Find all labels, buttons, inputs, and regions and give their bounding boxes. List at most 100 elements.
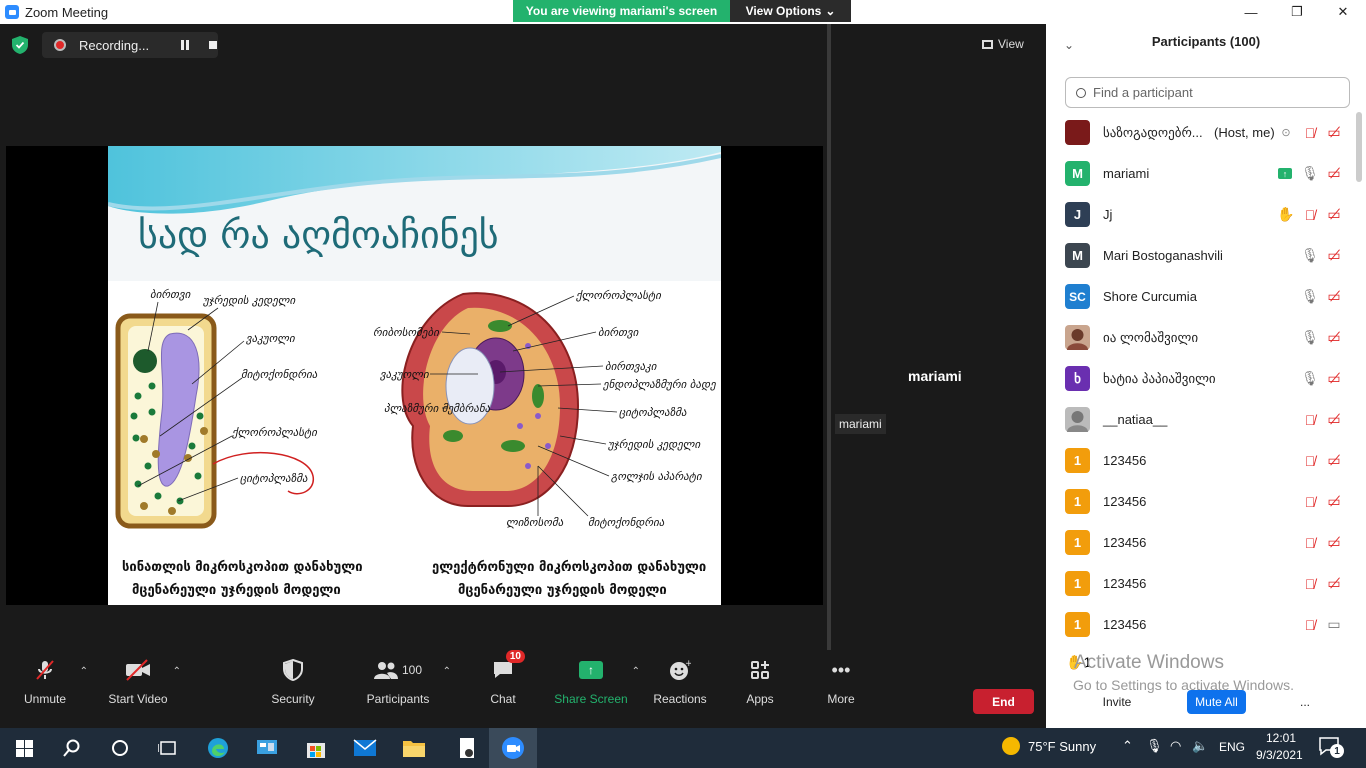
mic-muted-icon[interactable]: 🎙̸	[1302, 535, 1318, 551]
camera-off-icon[interactable]: ▭̸	[1326, 411, 1342, 428]
wifi-icon[interactable]: ◠	[1170, 738, 1181, 754]
end-meeting-button[interactable]: End	[973, 689, 1034, 714]
task-view-icon[interactable]	[144, 728, 192, 768]
maximize-button[interactable]: ❐	[1274, 0, 1320, 24]
participant-row[interactable]: 1 123456 🎙̸ ▭̸	[1046, 440, 1356, 481]
participants-chevron-icon[interactable]: ⌃	[443, 666, 451, 677]
apps-button[interactable]: Apps	[715, 656, 805, 720]
zoom-taskbar-icon[interactable]	[489, 728, 537, 768]
mic-on-icon[interactable]: 🎙	[1301, 370, 1319, 387]
split-divider[interactable]	[827, 24, 831, 674]
view-options-button[interactable]: View Options ⌄	[730, 0, 851, 22]
share-screen-button[interactable]: ↑ ⌃ Share Screen	[546, 656, 640, 720]
clock-time[interactable]: 12:01	[1266, 731, 1296, 745]
close-button[interactable]: ✕	[1320, 0, 1366, 24]
mic-on-icon[interactable]: 🎙	[1301, 288, 1319, 305]
camera-off-icon[interactable]: ▭̸	[1326, 370, 1342, 387]
participant-list-scrollbar[interactable]	[1356, 112, 1362, 182]
start-video-label: Start Video	[108, 692, 168, 706]
mic-muted-icon[interactable]: 🎙̸	[1302, 412, 1318, 428]
participant-search-input[interactable]: Find a participant	[1065, 77, 1350, 108]
mic-muted-icon[interactable]: 🎙̸	[1302, 453, 1318, 469]
search-icon[interactable]	[48, 728, 96, 768]
mic-muted-icon[interactable]: 🎙̸	[1302, 207, 1318, 223]
mic-muted-icon[interactable]: 🎙̸	[1302, 125, 1318, 141]
view-button[interactable]: View	[982, 32, 1037, 56]
file-explorer-icon[interactable]	[390, 728, 438, 768]
slide-canvas: სად რა აღმოაჩინეს ბირთვი უჯრედის კედელი …	[108, 146, 721, 605]
participant-name: 123456	[1103, 576, 1147, 591]
participant-row[interactable]: M Mari Bostoganashvili 🎙 ▭̸	[1046, 235, 1356, 276]
camera-off-icon[interactable]: ▭̸	[1326, 288, 1342, 305]
mic-muted-icon[interactable]: 🎙̸	[1302, 617, 1318, 633]
camera-off-icon[interactable]: ▭̸	[1326, 534, 1342, 551]
camera-off-icon[interactable]: ▭̸	[1326, 165, 1342, 182]
participant-name: 123456	[1103, 617, 1147, 632]
participant-row[interactable]: J Jj ✋ 🎙̸ ▭̸	[1046, 194, 1356, 235]
start-video-button[interactable]: ⌃ Start Video	[93, 656, 183, 720]
volume-icon[interactable]: 🔈	[1192, 738, 1208, 754]
mic-on-icon[interactable]: 🎙	[1301, 329, 1319, 346]
document-app-icon[interactable]	[443, 728, 491, 768]
camera-off-icon[interactable]: ▭̸	[1326, 575, 1342, 592]
mic-on-icon[interactable]: 🎙	[1301, 247, 1319, 264]
participant-name: საზოგადოებრ...	[1103, 124, 1203, 140]
participant-row[interactable]: 1 123456 🎙̸ ▭̸	[1046, 522, 1356, 563]
minimize-button[interactable]: —	[1228, 0, 1274, 24]
camera-off-icon[interactable]: ▭̸	[1326, 452, 1342, 469]
reactions-button[interactable]: + Reactions	[635, 656, 725, 720]
camera-off-icon[interactable]: ▭̸	[1326, 206, 1342, 223]
microphone-tray-icon[interactable]: 🎙	[1146, 738, 1163, 754]
participant-row[interactable]: 1 123456 🎙̸ ▭	[1046, 604, 1356, 645]
pause-recording-icon[interactable]	[181, 40, 191, 50]
invite-button[interactable]: Invite	[1091, 690, 1143, 714]
apps-label: Apps	[746, 692, 774, 706]
participant-row[interactable]: __natiaa__ 🎙̸ ▭̸	[1046, 399, 1356, 440]
camera-off-icon[interactable]: ▭̸	[1326, 329, 1342, 346]
label-cellwall-right: უჯრედის კედელი	[607, 438, 702, 451]
participant-row[interactable]: M mariami ↑ 🎙 ▭̸	[1046, 153, 1356, 194]
tray-chevron-icon[interactable]: ⌃	[1122, 738, 1133, 754]
more-button[interactable]: ••• More	[796, 656, 886, 720]
participant-row[interactable]: ია ლომაშვილი 🎙 ▭̸	[1046, 317, 1356, 358]
chat-button[interactable]: 10 Chat	[458, 650, 548, 720]
weather-widget[interactable]: 75°F Sunny	[1002, 737, 1096, 755]
unmute-button[interactable]: ⌃ Unmute	[0, 656, 90, 720]
edge-browser-icon[interactable]	[194, 728, 242, 768]
stop-recording-icon[interactable]	[209, 41, 218, 49]
svg-text:+: +	[685, 659, 691, 669]
mail-icon[interactable]	[341, 728, 389, 768]
left-caption-line1: სინათლის მიკროსკოპით დანახული	[122, 560, 363, 575]
participant-row[interactable]: SC Shore Curcumia 🎙 ▭̸	[1046, 276, 1356, 317]
control-panel-icon[interactable]	[243, 728, 291, 768]
security-shield-icon[interactable]	[12, 36, 28, 54]
camera-icon[interactable]: ▭	[1326, 616, 1342, 633]
zoom-window: Zoom Meeting — ❐ ✕ You are viewing maria…	[0, 0, 1366, 768]
participant-row[interactable]: ხ ხატია პაპიაშვილი 🎙 ▭̸	[1046, 358, 1356, 399]
language-indicator[interactable]: ENG	[1219, 740, 1245, 754]
mic-muted-icon[interactable]: 🎙̸	[1302, 576, 1318, 592]
notification-center-button[interactable]: 1	[1318, 736, 1348, 760]
apps-icon	[746, 656, 774, 684]
window-controls: — ❐ ✕	[1228, 0, 1366, 24]
cortana-icon[interactable]	[96, 728, 144, 768]
participant-row[interactable]: 1 123456 🎙̸ ▭̸	[1046, 481, 1356, 522]
camera-off-icon[interactable]: ▭̸	[1326, 247, 1342, 264]
windows-start-icon[interactable]	[0, 728, 48, 768]
mic-muted-icon[interactable]: 🎙̸	[1302, 494, 1318, 510]
camera-off-icon[interactable]: ▭̸	[1326, 493, 1342, 510]
microsoft-store-icon[interactable]	[292, 728, 340, 768]
mute-all-button[interactable]: Mute All	[1187, 690, 1246, 714]
participant-row[interactable]: საზოგადოებრ... (Host, me) ⊙ 🎙̸ ▭̸	[1046, 112, 1356, 153]
camera-off-icon[interactable]: ▭̸	[1326, 124, 1342, 141]
participants-button[interactable]: 100 ⌃ Participants	[353, 656, 451, 720]
security-button[interactable]: Security	[248, 656, 338, 720]
avatar: M	[1065, 161, 1090, 186]
label-er-right: ენდოპლაზმური ბადე	[602, 378, 717, 391]
audio-options-chevron-icon[interactable]: ⌃	[80, 666, 88, 677]
clock-date[interactable]: 9/3/2021	[1256, 748, 1303, 762]
video-options-chevron-icon[interactable]: ⌃	[173, 666, 181, 677]
mic-on-icon[interactable]: 🎙	[1301, 165, 1319, 182]
panel-more-button[interactable]: ...	[1292, 690, 1318, 714]
participant-row[interactable]: 1 123456 🎙̸ ▭̸	[1046, 563, 1356, 604]
